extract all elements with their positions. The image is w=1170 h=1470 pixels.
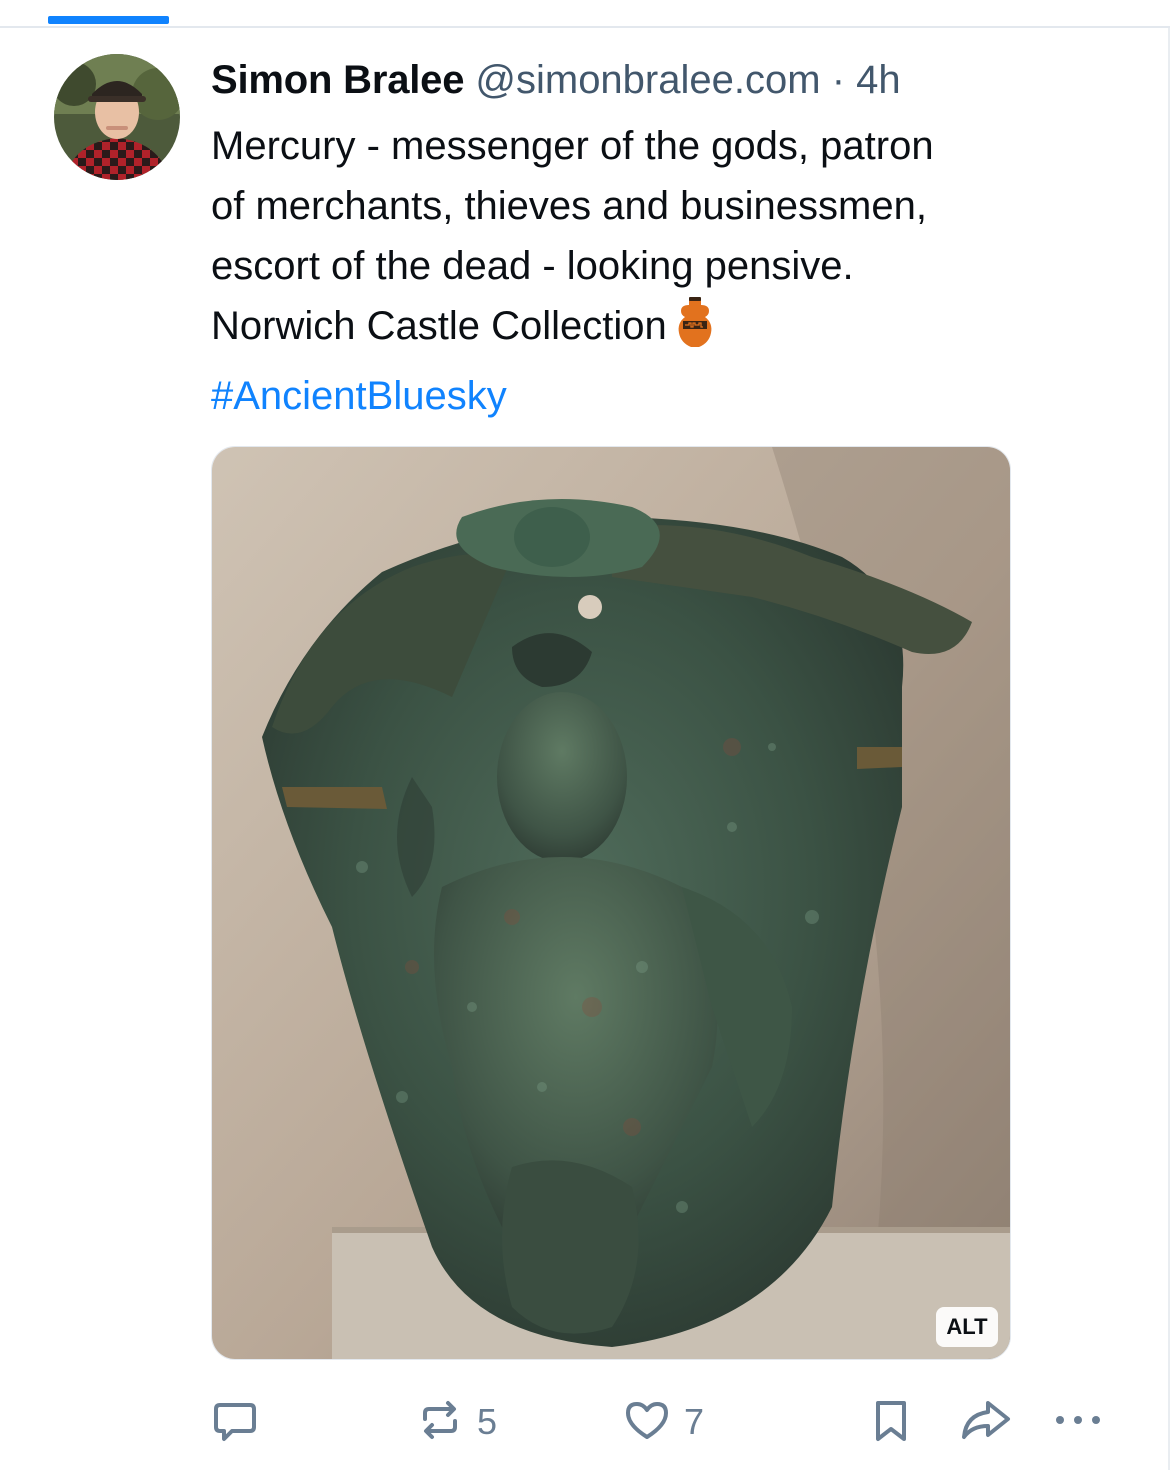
like-button[interactable]: 7	[622, 1392, 704, 1452]
author-handle[interactable]: @simonbralee.com	[475, 58, 820, 102]
avatar-photo	[54, 54, 180, 180]
alt-text-button[interactable]: ALT	[936, 1307, 998, 1347]
hashtag-link[interactable]: #AncientBluesky	[211, 366, 1111, 426]
post-text: Mercury - messenger of the gods, patron …	[211, 116, 1111, 426]
more-options-button[interactable]	[1052, 1392, 1108, 1452]
bookmark-button[interactable]	[866, 1392, 916, 1452]
post-text-line: of merchants, thieves and businessmen,	[211, 184, 927, 228]
post-text-line: escort of the dead - looking pensive.	[211, 244, 854, 288]
post-text-line: Norwich Castle Collection	[211, 304, 667, 348]
reply-icon	[210, 1395, 260, 1450]
more-icon	[1052, 1395, 1108, 1450]
like-count: 7	[684, 1401, 705, 1442]
repost-icon	[415, 1395, 465, 1450]
author-name[interactable]: Simon Bralee	[211, 58, 464, 102]
repost-button[interactable]: 5	[415, 1392, 497, 1452]
header-separator: ·	[831, 58, 846, 102]
post-text-line-last: Norwich Castle Collection	[211, 296, 1111, 366]
reply-button[interactable]	[210, 1392, 260, 1452]
post-image[interactable]: ALT	[211, 446, 1011, 1360]
top-tab-bar	[0, 0, 1170, 28]
post-time[interactable]: 4h	[856, 58, 901, 102]
share-icon	[958, 1395, 1014, 1450]
post-header: Simon Bralee @simonbralee.com · 4h	[211, 56, 901, 104]
share-button[interactable]	[958, 1392, 1014, 1452]
bookmark-icon	[866, 1395, 916, 1450]
repost-count: 5	[477, 1401, 498, 1442]
post-actions: 5 7	[0, 1392, 1170, 1452]
amphora-emoji-icon	[675, 297, 715, 366]
heart-icon	[622, 1395, 672, 1450]
active-tab-indicator	[48, 16, 169, 24]
avatar[interactable]	[54, 54, 180, 180]
bronze-relief-image	[212, 447, 1010, 1359]
post-text-line: Mercury - messenger of the gods, patron	[211, 124, 934, 168]
